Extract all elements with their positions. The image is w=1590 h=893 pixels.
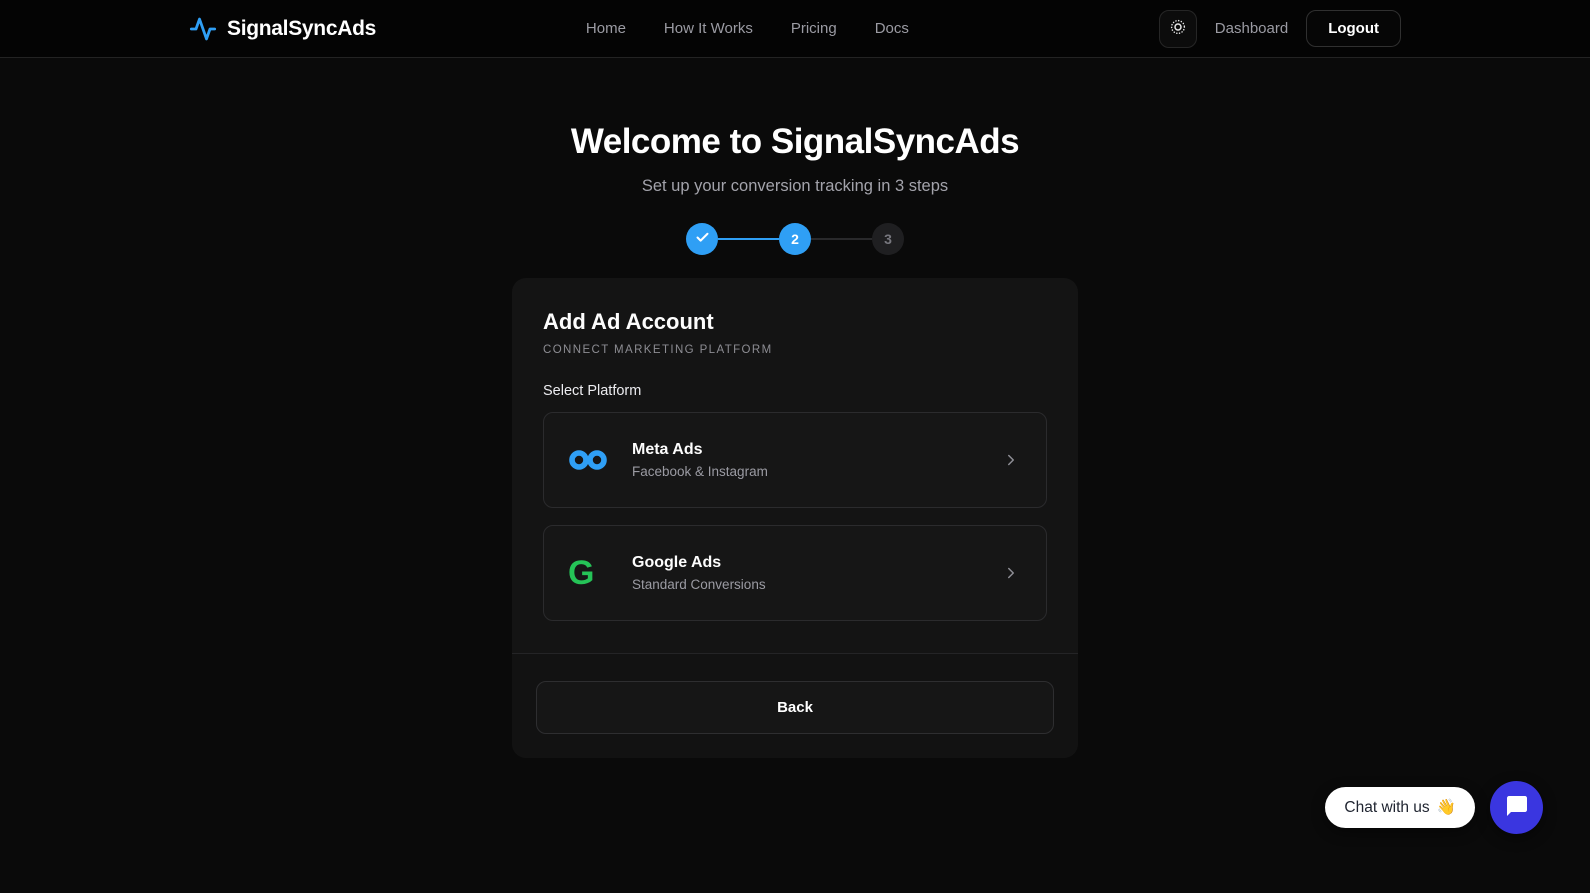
waving-hand-emoji: 👋 xyxy=(1436,799,1456,816)
chat-launcher-button[interactable] xyxy=(1490,781,1543,834)
add-ad-account-card: Add Ad Account CONNECT MARKETING PLATFOR… xyxy=(512,278,1078,758)
header-actions: Dashboard Logout xyxy=(1158,9,1401,48)
step-1-complete xyxy=(686,223,718,255)
platform-option-meta-ads[interactable]: Meta Ads Facebook & Instagram xyxy=(543,412,1047,508)
page-title: Welcome to SignalSyncAds xyxy=(570,122,1020,161)
nav-link-docs[interactable]: Docs xyxy=(875,20,909,37)
nav-link-pricing[interactable]: Pricing xyxy=(791,20,837,37)
chevron-right-icon xyxy=(1002,564,1020,582)
brand-logo[interactable]: SignalSyncAds xyxy=(189,15,376,43)
platform-name: Google Ads xyxy=(632,554,722,571)
chat-pill-label: Chat with us xyxy=(1344,798,1430,816)
platform-text: Google Ads Standard Conversions xyxy=(632,554,766,592)
platform-name: Meta Ads xyxy=(632,441,703,458)
step-indicator: 2 3 xyxy=(0,223,1590,255)
step-2-current: 2 xyxy=(779,223,811,255)
check-icon xyxy=(695,230,710,248)
step-connector-inactive xyxy=(811,238,872,240)
top-nav-bar: SignalSyncAds Home How It Works Pricing … xyxy=(0,0,1590,58)
brand-name: SignalSyncAds xyxy=(227,16,376,40)
chat-with-us-bubble[interactable]: Chat with us 👋 xyxy=(1325,787,1475,828)
step-3-upcoming: 3 xyxy=(872,223,904,255)
chevron-right-icon xyxy=(1002,451,1020,469)
google-g-icon: G xyxy=(568,554,595,592)
nav-link-how-it-works[interactable]: How It Works xyxy=(664,20,753,37)
card-eyebrow: CONNECT MARKETING PLATFORM xyxy=(543,344,773,356)
sun-icon xyxy=(1169,18,1187,39)
main-nav: Home How It Works Pricing Docs xyxy=(586,20,909,37)
logout-button[interactable]: Logout xyxy=(1306,10,1401,47)
back-button[interactable]: Back xyxy=(536,681,1054,734)
nav-link-home[interactable]: Home xyxy=(586,20,626,37)
platform-description: Standard Conversions xyxy=(632,577,766,592)
card-footer: Back xyxy=(512,653,1078,758)
theme-toggle-button[interactable] xyxy=(1158,9,1197,48)
platform-description: Facebook & Instagram xyxy=(632,464,768,479)
page-subtitle: Set up your conversion tracking in 3 ste… xyxy=(641,177,949,195)
meta-infinity-icon xyxy=(568,449,610,471)
dashboard-link[interactable]: Dashboard xyxy=(1215,20,1288,37)
step-connector-active xyxy=(718,238,779,240)
platform-option-google-ads[interactable]: G Google Ads Standard Conversions xyxy=(543,525,1047,621)
select-platform-label: Select Platform xyxy=(543,383,642,399)
onboarding-page: Welcome to SignalSyncAds Set up your con… xyxy=(0,122,1590,758)
platform-text: Meta Ads Facebook & Instagram xyxy=(632,441,768,479)
chat-bubble-icon xyxy=(1505,794,1529,821)
activity-pulse-icon xyxy=(189,15,217,43)
chat-widget: Chat with us 👋 xyxy=(1325,781,1543,834)
card-title: Add Ad Account xyxy=(543,309,714,334)
